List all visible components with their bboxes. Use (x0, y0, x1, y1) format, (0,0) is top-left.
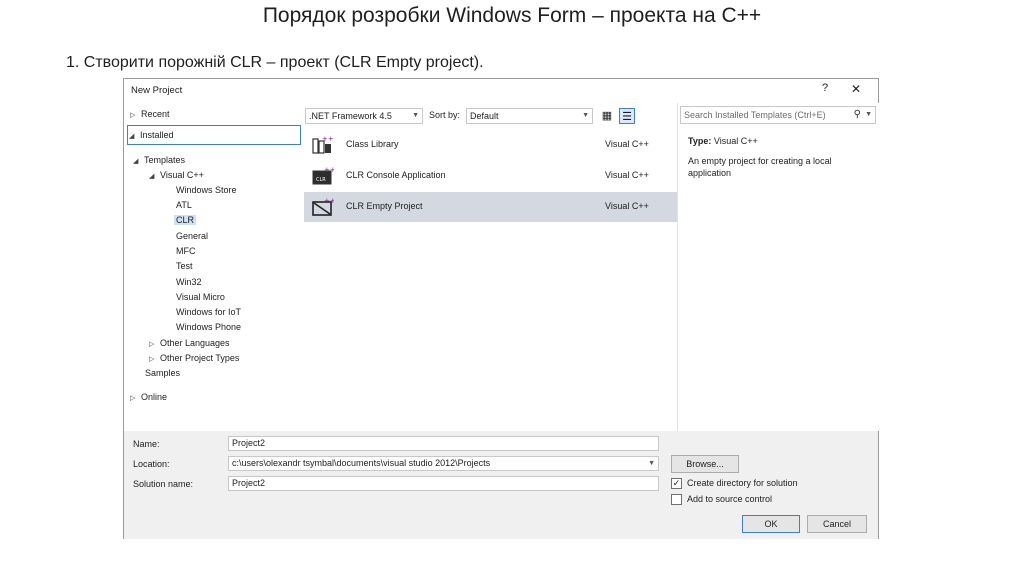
dropdown-arrow-icon[interactable]: ▼ (648, 457, 655, 470)
close-button[interactable]: ✕ (849, 82, 863, 96)
template-language: Visual C++ (605, 201, 649, 211)
tree-item-mfc[interactable]: MFC (176, 244, 196, 258)
solution-name-label: Solution name: (133, 479, 194, 489)
name-label: Name: (133, 439, 160, 449)
svg-text:CLR: CLR (316, 177, 326, 183)
tree-item-label: CLR (174, 215, 197, 225)
template-name: CLR Console Application (346, 170, 446, 180)
template-tree: ▷ Recent ◢ Installed ◢ Templates ◢ Visual C+… (124, 103, 302, 431)
tree-item-label: Other Project Types (160, 353, 240, 363)
tree-item-visual-micro[interactable]: Visual Micro (176, 290, 225, 304)
tree-item-other-languages[interactable]: ▷ Other Languages (149, 336, 230, 350)
template-name: Class Library (346, 139, 399, 149)
search-placeholder: Search Installed Templates (Ctrl+E) (684, 110, 826, 120)
dropdown-arrow-icon: ▼ (582, 112, 589, 119)
type-value: Visual C++ (713, 136, 758, 146)
tree-item-clr[interactable]: CLR (174, 213, 197, 227)
type-label: Type: (688, 136, 712, 146)
template-row-clr-console-application[interactable]: CLR ++ CLR Console Application Visual C+… (304, 161, 677, 191)
dropdown-arrow-icon[interactable]: ▼ (865, 107, 872, 123)
tree-item-label: Online (141, 392, 168, 402)
expand-arrow-icon[interactable]: ▷ (149, 353, 160, 367)
tree-item-label: Other Languages (160, 338, 230, 348)
dialog-title: New Project (131, 85, 183, 96)
tree-item-windows-for-iot[interactable]: Windows for IoT (176, 305, 241, 319)
sort-by-value: Default (470, 111, 499, 121)
search-icon[interactable]: ⚲ (854, 107, 861, 123)
expand-arrow-icon[interactable]: ▷ (149, 338, 160, 352)
help-button[interactable]: ? (818, 82, 832, 96)
tree-item-installed[interactable]: ◢ Installed (127, 125, 301, 145)
location-field[interactable]: c:\users\olexandr tsymbal\documents\visu… (228, 456, 659, 471)
add-to-source-control-label: Add to source control (687, 494, 773, 504)
class-library-icon: ++ (312, 135, 334, 154)
tree-item-test[interactable]: Test (176, 259, 193, 273)
cancel-button[interactable]: Cancel (807, 515, 867, 533)
new-project-dialog: New Project ? ✕ ▷ Recent ◢ Installed ◢ Temp… (123, 78, 879, 539)
name-field[interactable]: Project2 (228, 436, 659, 451)
tree-item-general[interactable]: General (176, 229, 208, 243)
location-label: Location: (133, 459, 170, 469)
expand-arrow-icon[interactable]: ▷ (130, 392, 141, 406)
tree-item-windows-phone[interactable]: Windows Phone (176, 320, 241, 334)
template-name: CLR Empty Project (346, 201, 423, 211)
svg-text:++: ++ (324, 197, 334, 205)
tree-item-label: Installed (140, 130, 174, 140)
tree-item-samples[interactable]: Samples (145, 366, 180, 380)
sort-by-select[interactable]: Default ▼ (466, 108, 593, 124)
framework-value: .NET Framework 4.5 (309, 111, 392, 121)
tree-item-win32[interactable]: Win32 (176, 275, 202, 289)
template-type: Type: Visual C++ (688, 136, 758, 146)
tree-item-recent[interactable]: ▷ Recent (130, 107, 170, 121)
tree-item-label: Recent (141, 109, 170, 119)
template-language: Visual C++ (605, 139, 649, 149)
slide-title: Порядок розробки Windows Form – проекта … (262, 4, 762, 27)
slide-step-text: 1. Створити порожній CLR – проект (CLR E… (66, 54, 484, 71)
checkmark-icon: ✓ (672, 478, 681, 488)
browse-button[interactable]: Browse... (671, 455, 739, 473)
framework-select[interactable]: .NET Framework 4.5 ▼ (305, 108, 423, 124)
dialog-title-bar: New Project ? ✕ (124, 79, 878, 101)
create-directory-label: Create directory for solution (687, 478, 798, 488)
create-directory-checkbox[interactable]: ✓ (671, 478, 682, 489)
small-icons-view-icon[interactable]: ▦ (599, 108, 615, 124)
template-description: An empty project for creating a local ap… (688, 156, 832, 178)
tree-item-label: Visual C++ (160, 170, 204, 180)
template-list: ++ Class Library Visual C++ CLR ++ CLR C… (304, 129, 677, 431)
add-to-source-control-checkbox[interactable] (671, 494, 682, 505)
template-row-class-library[interactable]: ++ Class Library Visual C++ (304, 130, 677, 160)
expand-arrow-icon[interactable]: ▷ (130, 109, 141, 123)
template-language: Visual C++ (605, 170, 649, 180)
dropdown-arrow-icon: ▼ (412, 112, 419, 119)
solution-name-field[interactable]: Project2 (228, 476, 659, 491)
tree-item-other-project-types[interactable]: ▷ Other Project Types (149, 351, 239, 365)
tree-item-online[interactable]: ▷ Online (130, 390, 167, 404)
tree-item-templates[interactable]: ◢ Templates (133, 153, 185, 167)
tree-item-atl[interactable]: ATL (176, 198, 192, 212)
list-view-icon[interactable]: ☰ (619, 108, 635, 124)
template-toolbar: .NET Framework 4.5 ▼ Sort by: Default ▼ … (304, 107, 676, 127)
template-details-pane: Search Installed Templates (Ctrl+E) ⚲ ▼ … (677, 103, 879, 431)
sort-by-label: Sort by: (429, 110, 461, 120)
collapse-arrow-icon[interactable]: ◢ (149, 170, 160, 184)
search-templates-input[interactable]: Search Installed Templates (Ctrl+E) ⚲ ▼ (680, 106, 876, 124)
svg-text:++: ++ (324, 166, 334, 174)
clr-console-icon: CLR ++ (312, 166, 334, 185)
tree-item-visual-cpp[interactable]: ◢ Visual C++ (149, 168, 204, 182)
collapse-arrow-icon[interactable]: ◢ (129, 128, 140, 146)
ok-button[interactable]: OK (742, 515, 800, 533)
project-settings-form: Name: Project2 Location: c:\users\olexan… (124, 431, 878, 539)
location-value: c:\users\olexandr tsymbal\documents\visu… (232, 458, 491, 468)
svg-text:++: ++ (322, 135, 334, 143)
tree-item-windows-store[interactable]: Windows Store (176, 183, 237, 197)
clr-empty-project-icon: ++ (312, 197, 334, 216)
template-row-clr-empty-project[interactable]: ++ CLR Empty Project Visual C++ (304, 192, 677, 222)
tree-item-label: Templates (144, 155, 186, 165)
collapse-arrow-icon[interactable]: ◢ (133, 155, 144, 169)
